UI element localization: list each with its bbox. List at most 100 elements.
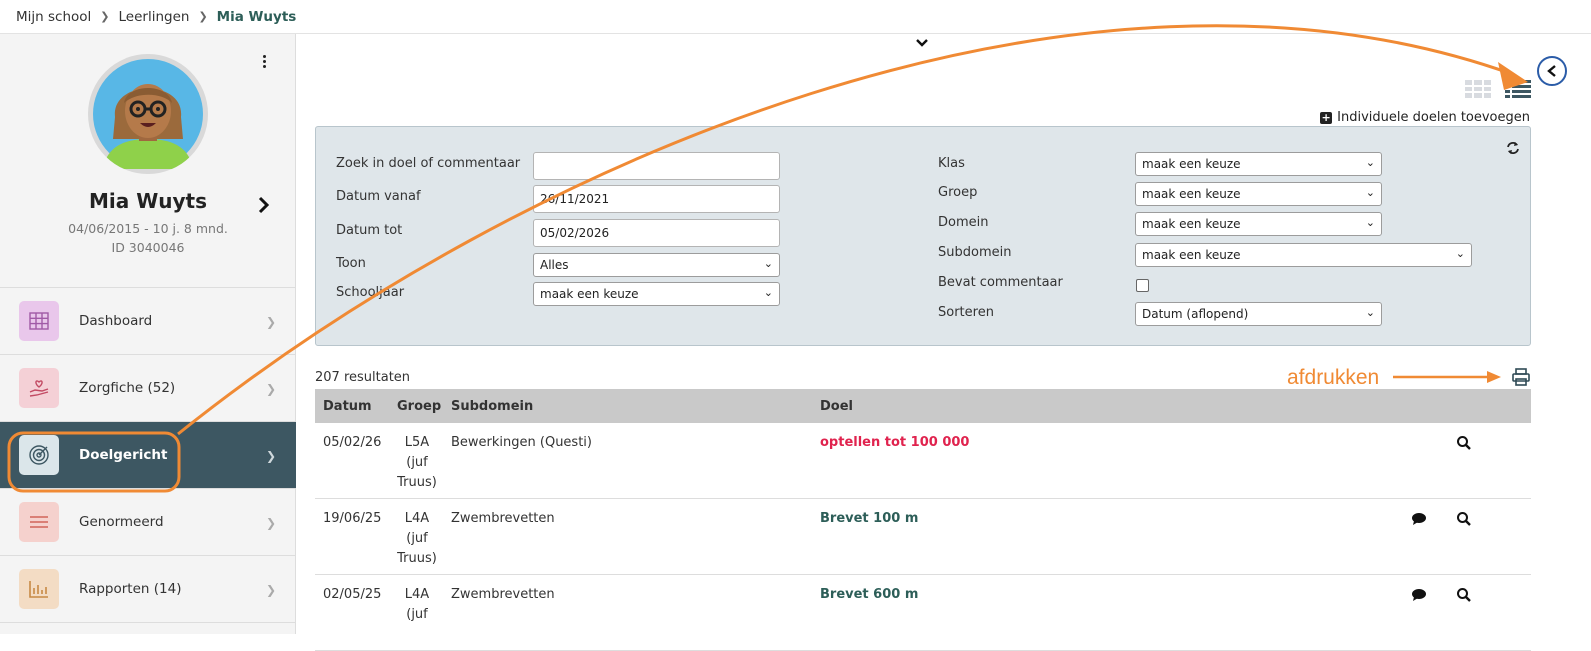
row-subdomain: Zwembrevetten: [451, 511, 555, 526]
date-from-label: Datum vanaf: [336, 189, 421, 204]
sidebar-item-genormeerd[interactable]: Genormeerd ❯: [0, 489, 296, 556]
row-goal[interactable]: optellen tot 100 000: [820, 435, 969, 450]
breadcrumb: Mijn school ❯ Leerlingen ❯ Mia Wuyts: [0, 0, 1591, 34]
column-header-group[interactable]: Groep: [397, 399, 441, 414]
comment-icon[interactable]: [1411, 587, 1427, 603]
sidebar-nav: Dashboard ❯ Zorgfiche (52) ❯ Doelgericht…: [0, 287, 296, 623]
column-header-date[interactable]: Datum: [323, 399, 372, 414]
more-options-icon[interactable]: [258, 54, 270, 70]
sidebar-item-label: Rapporten (14): [79, 581, 182, 597]
breadcrumb-link-school[interactable]: Mijn school: [16, 9, 91, 25]
add-goals-label: Individuele doelen toevoegen: [1337, 110, 1530, 125]
row-group: L5A (juf Truus): [397, 435, 437, 490]
class-select-value: maak een keuze: [1142, 157, 1241, 171]
chevron-down-icon: ⌄: [1365, 186, 1375, 199]
lines-icon: [19, 502, 59, 542]
domain-select[interactable]: maak een keuze ⌄: [1135, 212, 1382, 236]
sidebar-item-doelgericht[interactable]: Doelgericht ❯: [0, 422, 296, 489]
row-subdomain: Bewerkingen (Questi): [451, 435, 592, 450]
has-comment-checkbox[interactable]: [1136, 279, 1149, 292]
avatar: [88, 54, 208, 174]
class-label: Klas: [938, 156, 965, 171]
chevron-down-icon: ⌄: [1365, 216, 1375, 229]
sidebar-item-label: Dashboard: [79, 313, 153, 329]
row-group: L4A (juf Truus): [397, 511, 437, 566]
search-input[interactable]: [533, 152, 780, 180]
sidebar-item-zorgfiche[interactable]: Zorgfiche (52) ❯: [0, 355, 296, 422]
domain-label: Domein: [938, 215, 989, 230]
search-label: Zoek in doel of commentaar: [336, 156, 521, 171]
student-id: ID 3040046: [111, 240, 185, 255]
row-group: L4A (juf: [404, 587, 430, 622]
date-to-label: Datum tot: [336, 223, 403, 238]
school-year-value: maak een keuze: [540, 287, 639, 301]
grid-icon: [19, 301, 59, 341]
school-year-select[interactable]: maak een keuze ⌄: [533, 282, 780, 306]
sidebar-item-label: Genormeerd: [79, 514, 164, 530]
group-label: Groep: [938, 185, 978, 200]
print-icon[interactable]: [1512, 368, 1530, 386]
bar-chart-icon: [19, 569, 59, 609]
row-date: 05/02/26: [323, 435, 382, 450]
search-icon[interactable]: [1456, 435, 1472, 451]
collapse-panel-button[interactable]: [1537, 56, 1567, 86]
chevron-right-icon: ❯: [265, 315, 276, 329]
grid-view-icon[interactable]: [1465, 80, 1491, 98]
subdomain-select[interactable]: maak een keuze ⌄: [1135, 243, 1472, 267]
birth-info: 04/06/2015 - 10 j. 8 mnd.: [68, 221, 228, 236]
group-select[interactable]: maak een keuze ⌄: [1135, 182, 1382, 206]
row-date: 02/05/25: [323, 587, 382, 602]
column-header-subdomain[interactable]: Subdomein: [451, 399, 533, 414]
print-annotation: afdrukken: [1287, 366, 1380, 389]
sort-select-value: Datum (aflopend): [1142, 307, 1249, 321]
show-label: Toon: [336, 256, 366, 271]
annotation-arrow: [1393, 371, 1501, 383]
table-row[interactable]: 02/05/25 L4A (juf Zwembrevetten Brevet 60…: [315, 575, 1531, 651]
refresh-icon[interactable]: [1506, 141, 1520, 155]
chevron-right-icon: ❯: [265, 382, 276, 396]
row-subdomain: Zwembrevetten: [451, 587, 555, 602]
has-comment-label: Bevat commentaar: [938, 275, 1063, 290]
plus-icon: +: [1320, 110, 1333, 124]
chevron-left-icon: [1547, 65, 1556, 77]
chevron-right-icon: ❯: [265, 516, 276, 530]
chevron-right-icon[interactable]: [256, 196, 270, 214]
student-name: Mia Wuyts: [88, 189, 208, 213]
date-from-input[interactable]: 26/11/2021: [533, 185, 780, 213]
row-goal[interactable]: Brevet 100 m: [820, 511, 918, 526]
search-icon[interactable]: [1456, 511, 1472, 527]
sidebar-item-dashboard[interactable]: Dashboard ❯: [0, 288, 296, 355]
sidebar-item-rapporten[interactable]: Rapporten (14) ❯: [0, 556, 296, 623]
list-view-icon[interactable]: [1505, 79, 1531, 99]
column-header-goal[interactable]: Doel: [820, 399, 853, 414]
comment-icon[interactable]: [1411, 511, 1427, 527]
sidebar-item-label: Zorgfiche (52): [79, 380, 176, 396]
chevron-down-icon: ⌄: [763, 257, 773, 270]
care-hand-icon: [19, 368, 59, 408]
breadcrumb-link-students[interactable]: Leerlingen: [119, 9, 190, 25]
row-goal[interactable]: Brevet 600 m: [820, 587, 918, 602]
table-row[interactable]: 05/02/26 L5A (juf Truus) Bewerkingen (Ques…: [315, 423, 1531, 499]
date-to-input[interactable]: 05/02/2026: [533, 219, 780, 247]
main-content: + Individuele doelen toevoegen Zoek in d…: [297, 34, 1591, 651]
sort-select[interactable]: Datum (aflopend) ⌄: [1135, 302, 1382, 326]
filter-panel: Zoek in doel of commentaar Datum vanaf 2…: [315, 126, 1531, 346]
search-icon[interactable]: [1456, 587, 1472, 603]
table-row[interactable]: 19/06/25 L4A (juf Truus) Zwembrevetten Bre…: [315, 499, 1531, 575]
class-select[interactable]: maak een keuze ⌄: [1135, 152, 1382, 176]
row-date: 19/06/25: [323, 511, 382, 526]
results-count: 207 resultaten: [315, 370, 411, 385]
chevron-right-icon: ❯: [265, 449, 276, 463]
show-select-value: Alles: [540, 258, 569, 272]
group-select-value: maak een keuze: [1142, 187, 1241, 201]
domain-select-value: maak een keuze: [1142, 217, 1241, 231]
chevron-down-icon: ⌄: [1365, 306, 1375, 319]
goals-table: Datum Groep Subdomein Doel 05/02/26 L5A(…: [315, 389, 1531, 651]
subdomain-label: Subdomein: [938, 245, 1012, 260]
table-header: Datum Groep Subdomein Doel: [315, 389, 1531, 423]
school-year-label: Schooljaar: [336, 285, 405, 300]
chevron-down-icon: ⌄: [1365, 156, 1375, 169]
show-select[interactable]: Alles ⌄: [533, 253, 780, 277]
add-individual-goals-button[interactable]: + Individuele doelen toevoegen: [1320, 110, 1530, 125]
chevron-down-icon[interactable]: [915, 38, 929, 48]
